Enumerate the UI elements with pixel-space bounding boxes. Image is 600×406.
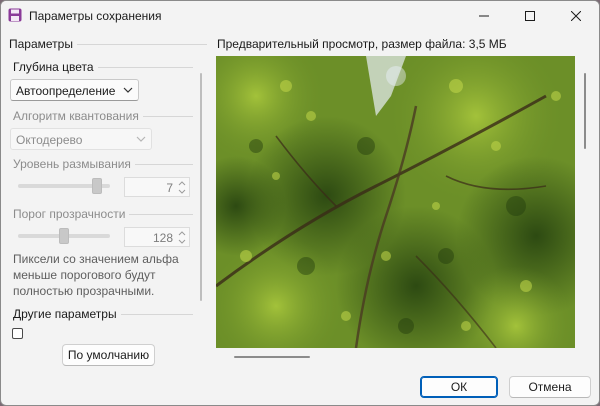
parameters-heading: Параметры <box>9 37 77 51</box>
close-button[interactable] <box>553 1 599 31</box>
spin-down-icon[interactable] <box>177 238 187 245</box>
minimize-button[interactable] <box>461 1 507 31</box>
tree-foliage-image <box>216 56 575 348</box>
blur-label: Уровень размывания <box>13 157 135 171</box>
preview-vertical-scrollbar[interactable] <box>584 73 586 149</box>
preview-image <box>216 56 575 348</box>
color-depth-label: Глубина цвета <box>13 60 98 74</box>
blur-value-input[interactable]: 7 <box>124 177 190 197</box>
color-depth-select[interactable]: Автоопределение <box>10 79 139 101</box>
blur-slider[interactable] <box>18 178 110 194</box>
preview-label: Предварительный просмотр, размер файла: … <box>217 37 511 51</box>
options-scrollbar[interactable] <box>200 73 202 301</box>
cancel-button[interactable]: Отмена <box>509 376 591 398</box>
spin-down-icon[interactable] <box>177 188 187 195</box>
other-options-label: Другие параметры <box>13 307 121 321</box>
chevron-down-icon <box>136 136 146 142</box>
quantization-label: Алгоритм квантования <box>13 109 143 123</box>
preview-horizontal-scrollbar[interactable] <box>234 356 310 358</box>
ok-button[interactable]: ОК <box>420 376 498 398</box>
save-icon <box>8 8 22 22</box>
save-options-dialog: Параметры сохранения Параметры Глубина ц… <box>0 0 600 406</box>
chevron-down-icon <box>123 87 133 93</box>
blur-value: 7 <box>166 181 173 195</box>
blur-slider-thumb[interactable] <box>92 178 102 194</box>
title-bar[interactable]: Параметры сохранения <box>1 1 599 31</box>
transparency-slider-thumb[interactable] <box>59 228 69 244</box>
minimize-icon <box>479 15 489 17</box>
quantization-value: Октодерево <box>16 133 83 147</box>
other-option-checkbox[interactable] <box>12 328 23 339</box>
close-icon <box>571 11 581 21</box>
quantization-select[interactable]: Октодерево <box>10 128 152 150</box>
defaults-button[interactable]: По умолчанию <box>62 344 155 366</box>
window-title: Параметры сохранения <box>29 9 162 23</box>
transparency-value-input[interactable]: 128 <box>124 227 190 247</box>
color-depth-value: Автоопределение <box>16 84 116 98</box>
transparency-help-text: Пиксели со значением альфа меньше порого… <box>13 252 179 298</box>
transparency-value: 128 <box>152 231 173 245</box>
maximize-button[interactable] <box>507 1 553 31</box>
spin-up-icon[interactable] <box>177 180 187 187</box>
maximize-icon <box>525 11 535 21</box>
spin-up-icon[interactable] <box>177 230 187 237</box>
transparency-slider[interactable] <box>18 228 110 244</box>
transparency-label: Порог прозрачности <box>13 207 130 221</box>
